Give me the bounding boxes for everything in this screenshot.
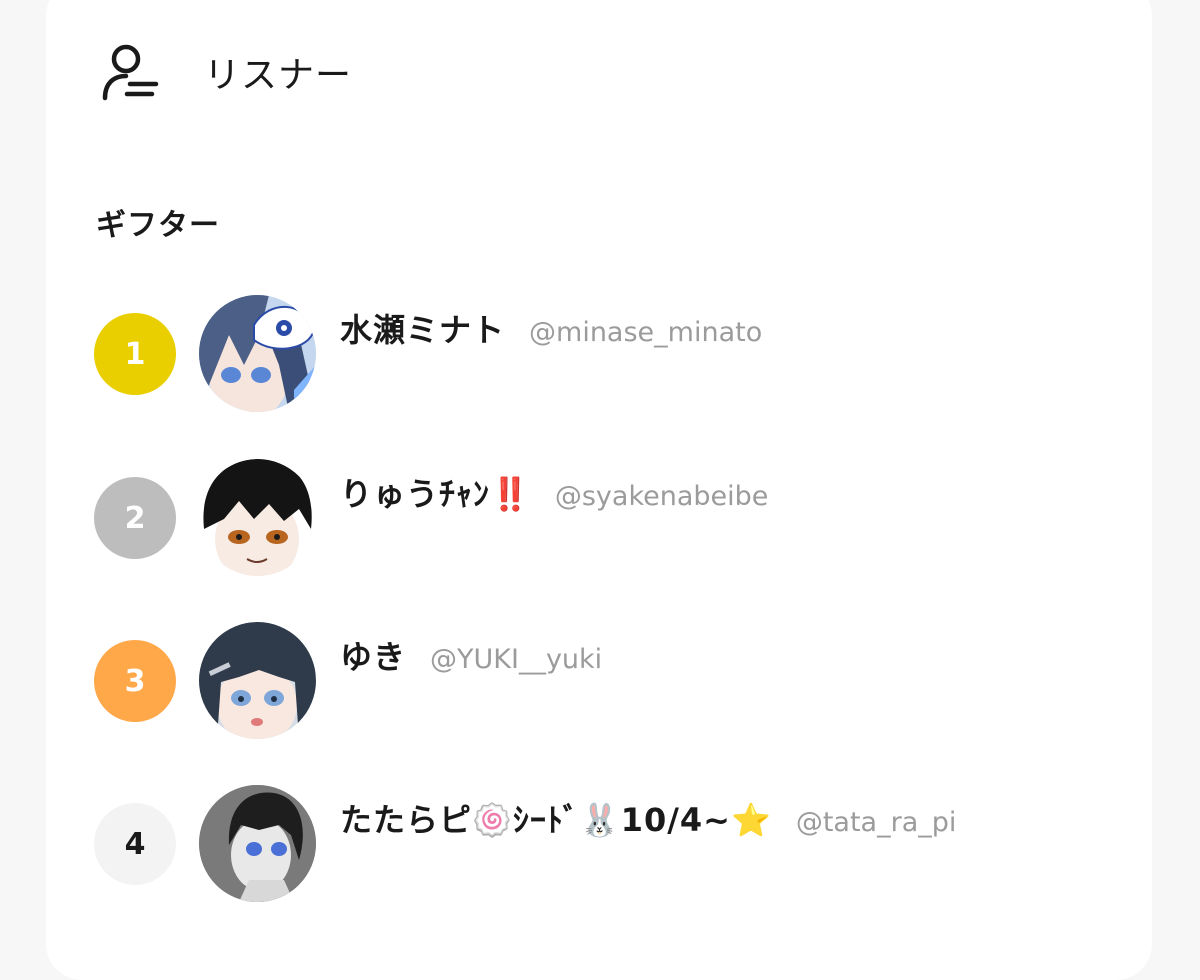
avatar[interactable] xyxy=(199,785,316,902)
rank-badge: 3 xyxy=(94,640,176,722)
name-line: りゅうﾁｬﾝ‼️ @syakenabeibe xyxy=(340,469,768,515)
avatar[interactable] xyxy=(199,622,316,739)
avatar[interactable] xyxy=(199,295,316,412)
user-handle[interactable]: @tata_ra_pi xyxy=(796,807,957,838)
gifter-row[interactable]: 2 りゅうﾁｬﾝ‼️ @syakenabeibe xyxy=(0,459,1200,579)
rank-badge: 1 xyxy=(94,313,176,395)
rank-badge: 2 xyxy=(94,477,176,559)
display-name[interactable]: 水瀬ミナト xyxy=(340,305,505,351)
rank-badge: 4 xyxy=(94,803,176,885)
user-handle[interactable]: @YUKI__yuki xyxy=(430,644,602,675)
gifter-row[interactable]: 1 水瀬ミナト @minase_minato xyxy=(0,295,1200,415)
name-line: 水瀬ミナト @minase_minato xyxy=(340,305,762,351)
header-title: リスナー xyxy=(204,55,353,96)
name-line: ゆき @YUKI__yuki xyxy=(340,632,602,678)
gifter-row[interactable]: 4 たたらピ🍥ｼｰﾄﾞ🐰10/4~⭐ @tata_ra_pi xyxy=(0,785,1200,905)
listener-header: リスナー xyxy=(100,40,352,104)
gifter-row[interactable]: 3 ゆき @YUKI__yuki xyxy=(0,622,1200,742)
user-handle[interactable]: @minase_minato xyxy=(529,317,762,348)
display-name[interactable]: ゆき xyxy=(340,632,406,678)
avatar[interactable] xyxy=(199,459,316,576)
user-handle[interactable]: @syakenabeibe xyxy=(555,481,769,512)
user-list-icon xyxy=(100,41,162,103)
display-name[interactable]: りゅうﾁｬﾝ‼️ xyxy=(340,469,531,515)
section-title: ギフター xyxy=(96,208,220,243)
name-line: たたらピ🍥ｼｰﾄﾞ🐰10/4~⭐ @tata_ra_pi xyxy=(340,795,956,841)
display-name[interactable]: たたらピ🍥ｼｰﾄﾞ🐰10/4~⭐ xyxy=(340,795,772,841)
